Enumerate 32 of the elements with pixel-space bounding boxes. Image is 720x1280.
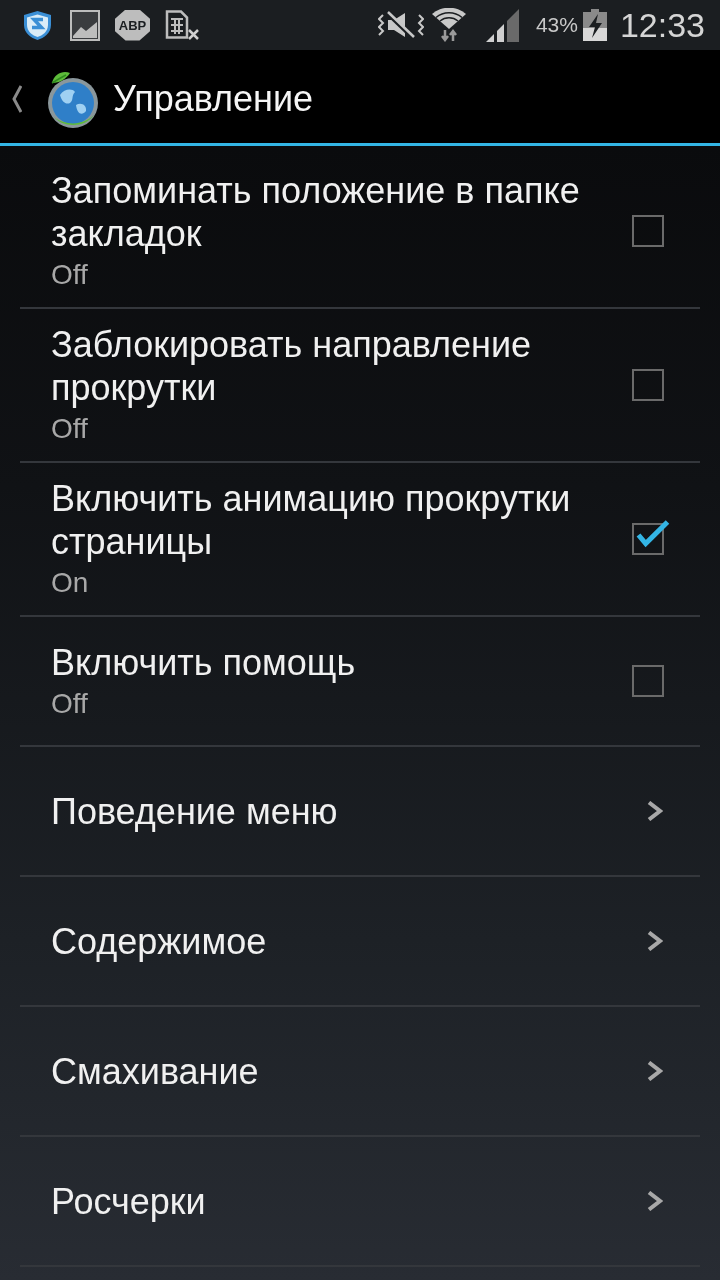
back-icon[interactable] [12,84,22,113]
signal-icon [485,8,519,42]
chevron-right-icon [647,931,663,951]
setting-title: Включить помощь [51,640,356,684]
setting-summary: Off [51,686,88,721]
adblock-badge: ABP [115,9,150,41]
setting-title: Содержимое [51,919,267,963]
shield-icon [22,9,53,41]
setting-title: Росчерки [51,1179,206,1223]
chevron-right-icon [647,1191,663,1211]
setting-summary: Off [51,412,88,446]
wifi-icon [430,8,467,42]
checkbox[interactable] [632,519,670,555]
battery-charging-icon [582,9,607,41]
setting-title: Запоминать положение в папке закладок [51,169,581,255]
setting-title: Включить анимацию прокрутки страницы [51,477,572,563]
setting-title: Поведение меню [51,789,338,833]
checkbox[interactable] [632,215,664,247]
chevron-right-icon [647,801,663,821]
clock-time: 12:33 [619,5,705,45]
screen-title: Управление [113,77,314,120]
checkbox[interactable] [632,665,664,697]
chevron-right-icon [647,1061,663,1081]
setting-summary: On [51,566,89,600]
vibrate-muted-icon [377,11,424,39]
image-icon [70,9,100,41]
battery-percent: 43% [535,13,578,37]
setting-title: Заблокировать направление прокрутки [51,323,533,409]
setting-summary: Off [51,258,88,292]
sim-card-icon [165,9,200,41]
checkbox[interactable] [632,369,664,401]
setting-title: Смахивание [51,1049,259,1093]
